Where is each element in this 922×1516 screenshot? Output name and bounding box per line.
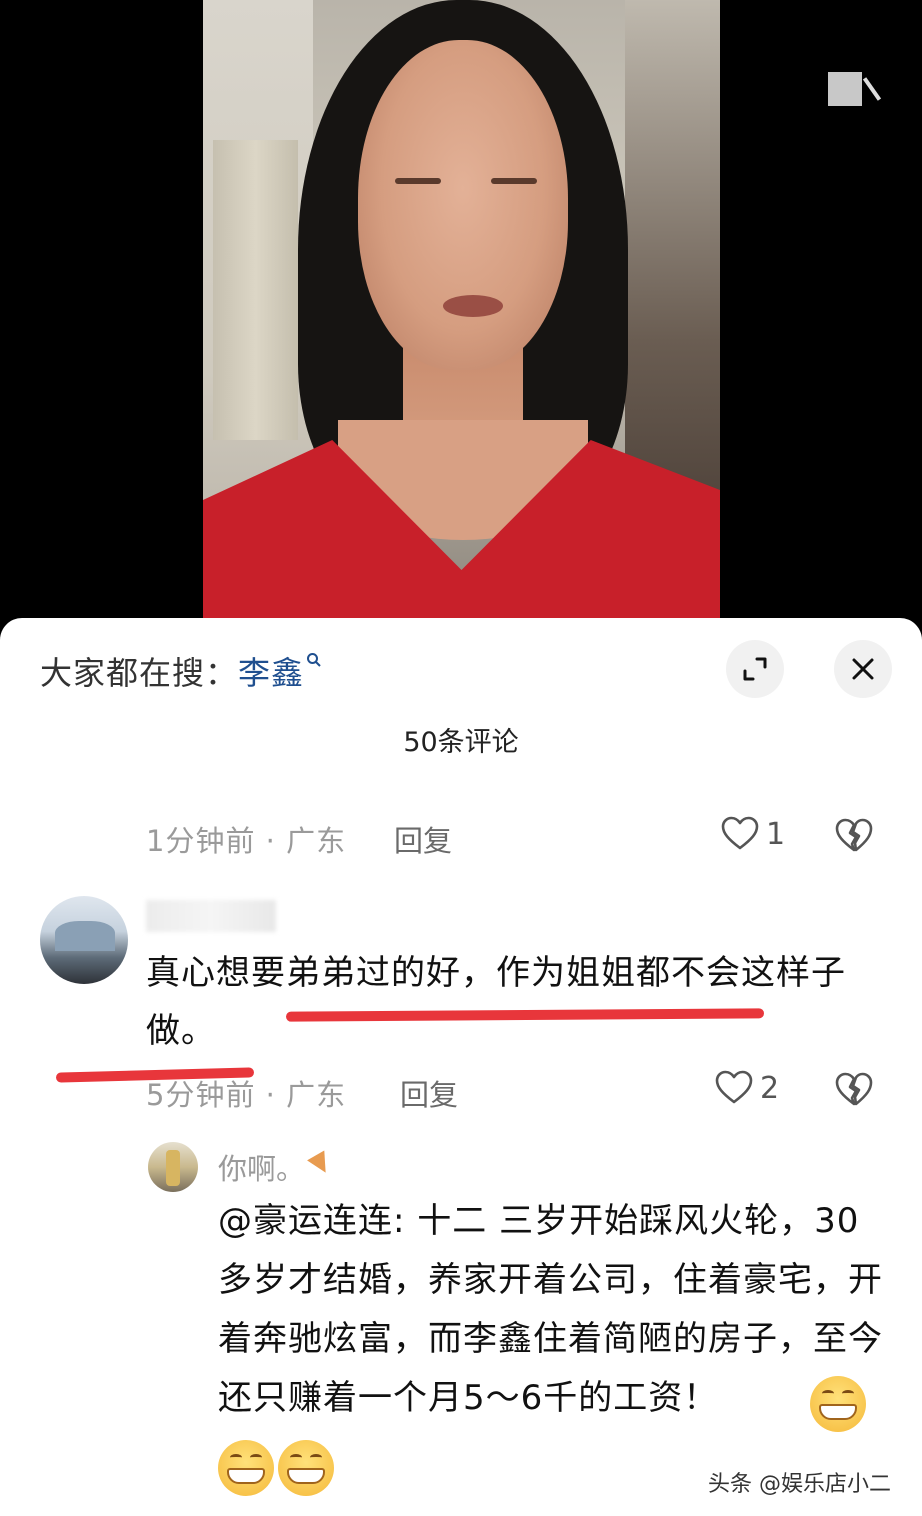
heart-icon <box>715 1070 753 1104</box>
reply-button[interactable]: 回复 <box>400 1072 458 1114</box>
username-blurred <box>146 900 276 932</box>
like-button[interactable]: 1 <box>720 814 785 854</box>
expand-icon <box>743 657 767 681</box>
like-count: 1 <box>766 816 786 852</box>
comment-count: 50条评论 <box>403 727 519 758</box>
close-icon <box>852 658 874 680</box>
heart-icon <box>721 816 759 850</box>
magnifier-icon <box>306 652 322 672</box>
reply-text: @豪运连连: 十二 三岁开始踩风火轮，30多岁才结婚，养家开着公司，住着豪宅，开… <box>218 1201 883 1418</box>
comment-text: 真心想要弟弟过的好，作为姐姐都不会这样子做。 <box>146 953 846 1051</box>
carrot-icon: ▼ <box>303 1145 337 1181</box>
comment-time-location: 5分钟前 · 广东 <box>146 1078 347 1112</box>
video-player[interactable] <box>0 0 922 650</box>
trending-search-term[interactable]: 李鑫 <box>238 648 304 694</box>
screen-mirror-icon[interactable] <box>828 72 862 106</box>
trending-search-label: 大家都在搜： <box>40 654 239 692</box>
grinning-face-icon <box>218 1440 274 1496</box>
comment-time-location: 1分钟前 · 广东 <box>146 824 347 858</box>
broken-heart-icon[interactable] <box>834 816 874 856</box>
reply-button[interactable]: 回复 <box>394 818 452 860</box>
avatar[interactable] <box>148 1142 198 1192</box>
avatar[interactable] <box>40 896 128 984</box>
comment-sheet: 大家都在搜： 李鑫 50条评论 1分钟前 · 广东 回复 1 真心想要弟弟过的好… <box>0 618 922 1516</box>
watermark: 头条 @娱乐店小二 <box>708 1472 891 1497</box>
reply-username[interactable]: 你啊。 <box>218 1146 305 1188</box>
like-button[interactable]: 2 <box>714 1068 779 1108</box>
expand-button[interactable] <box>726 640 784 698</box>
close-button[interactable] <box>834 640 892 698</box>
trending-search[interactable]: 大家都在搜： 李鑫 <box>40 646 322 696</box>
grinning-face-icon <box>810 1376 866 1432</box>
grinning-face-icon <box>278 1440 334 1496</box>
video-frame <box>203 0 720 620</box>
like-count: 2 <box>760 1070 780 1106</box>
broken-heart-icon[interactable] <box>834 1070 874 1110</box>
